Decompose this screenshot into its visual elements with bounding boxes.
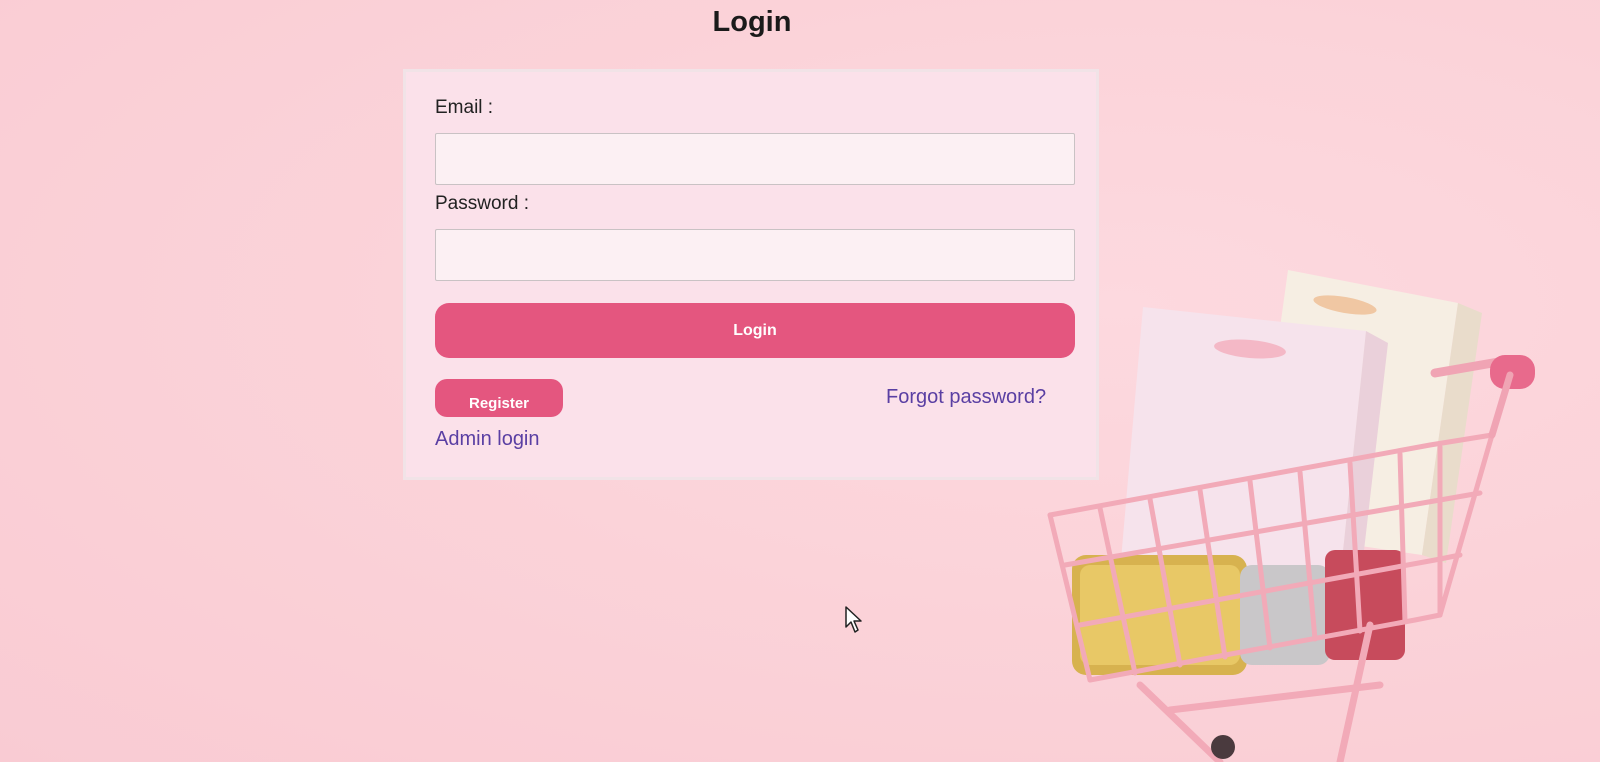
- register-button[interactable]: Register: [435, 379, 563, 417]
- login-button[interactable]: Login: [435, 303, 1075, 358]
- email-field[interactable]: [435, 133, 1075, 185]
- cart-wheel: [1211, 735, 1235, 759]
- login-form: Email : Password : Login Register Forgot…: [403, 69, 1099, 480]
- admin-login-link[interactable]: Admin login: [435, 428, 540, 451]
- mouse-pointer-icon: [845, 606, 862, 633]
- forgot-password-link[interactable]: Forgot password?: [886, 386, 1046, 409]
- shopping-cart-illustration: [1047, 270, 1535, 762]
- password-field[interactable]: [435, 229, 1075, 281]
- email-label: Email :: [435, 97, 494, 118]
- password-label: Password :: [435, 193, 529, 214]
- white-bag: [1121, 307, 1388, 585]
- page-title: Login: [712, 6, 792, 38]
